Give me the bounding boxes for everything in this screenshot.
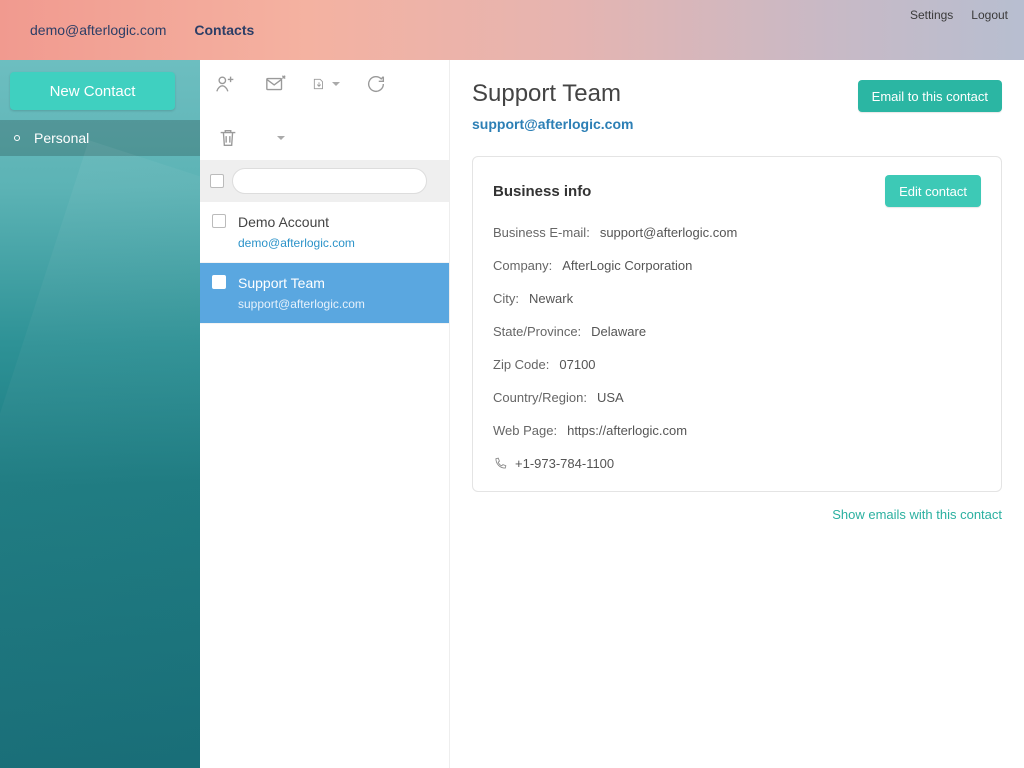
more-dropdown-icon[interactable] <box>264 124 292 152</box>
settings-link[interactable]: Settings <box>910 8 953 22</box>
field-phone: +1-973-784-1100 <box>493 456 981 471</box>
field-city: City: Newark <box>493 291 981 306</box>
contact-email: support@afterlogic.com <box>238 297 365 311</box>
field-zip: Zip Code: 07100 <box>493 357 981 372</box>
refresh-icon[interactable] <box>362 70 390 98</box>
contact-name: Demo Account <box>238 214 355 230</box>
main: New Contact Personal <box>0 60 1024 768</box>
contact-list-panel: Demo Account demo@afterlogic.com Support… <box>200 60 450 768</box>
field-state: State/Province: Delaware <box>493 324 981 339</box>
contact-title: Support Team <box>472 80 633 108</box>
tab-mail[interactable]: demo@afterlogic.com <box>16 14 180 46</box>
compose-icon[interactable] <box>262 70 290 98</box>
topbar: demo@afterlogic.com Contacts Settings Lo… <box>0 0 1024 60</box>
list-toolbar <box>200 60 449 160</box>
card-title: Business info <box>493 183 591 200</box>
tab-contacts[interactable]: Contacts <box>180 14 268 46</box>
sidebar-item-personal[interactable]: Personal <box>0 120 200 156</box>
field-company: Company: AfterLogic Corporation <box>493 258 981 273</box>
group-bullet-icon <box>14 135 20 141</box>
show-emails-link[interactable]: Show emails with this contact <box>832 507 1002 522</box>
import-export-icon[interactable] <box>312 70 340 98</box>
field-country: Country/Region: USA <box>493 390 981 405</box>
edit-contact-button[interactable]: Edit contact <box>885 175 981 207</box>
contact-item[interactable]: Support Team support@afterlogic.com <box>200 263 449 324</box>
add-contact-icon[interactable] <box>212 70 240 98</box>
top-right-links: Settings Logout <box>910 8 1008 22</box>
sidebar-item-label: Personal <box>34 130 89 146</box>
trash-icon[interactable] <box>214 124 242 152</box>
contact-checkbox[interactable] <box>212 275 226 289</box>
select-all-checkbox[interactable] <box>210 174 224 188</box>
field-business-email: Business E-mail: support@afterlogic.com <box>493 225 981 240</box>
contact-email: demo@afterlogic.com <box>238 236 355 250</box>
field-webpage: Web Page: https://afterlogic.com <box>493 423 981 438</box>
contact-primary-email[interactable]: support@afterlogic.com <box>472 116 633 132</box>
sidebar: New Contact Personal <box>0 60 200 768</box>
phone-icon <box>493 457 507 471</box>
business-info-card: Business info Edit contact Business E-ma… <box>472 156 1002 492</box>
contact-detail-panel: Support Team support@afterlogic.com Emai… <box>450 60 1024 768</box>
contact-name: Support Team <box>238 275 365 291</box>
new-contact-button[interactable]: New Contact <box>10 72 175 110</box>
search-row <box>200 160 449 202</box>
contact-item[interactable]: Demo Account demo@afterlogic.com <box>200 202 449 263</box>
contact-checkbox[interactable] <box>212 214 226 228</box>
logout-link[interactable]: Logout <box>971 8 1008 22</box>
search-input[interactable] <box>232 168 427 194</box>
email-contact-button[interactable]: Email to this contact <box>858 80 1002 112</box>
